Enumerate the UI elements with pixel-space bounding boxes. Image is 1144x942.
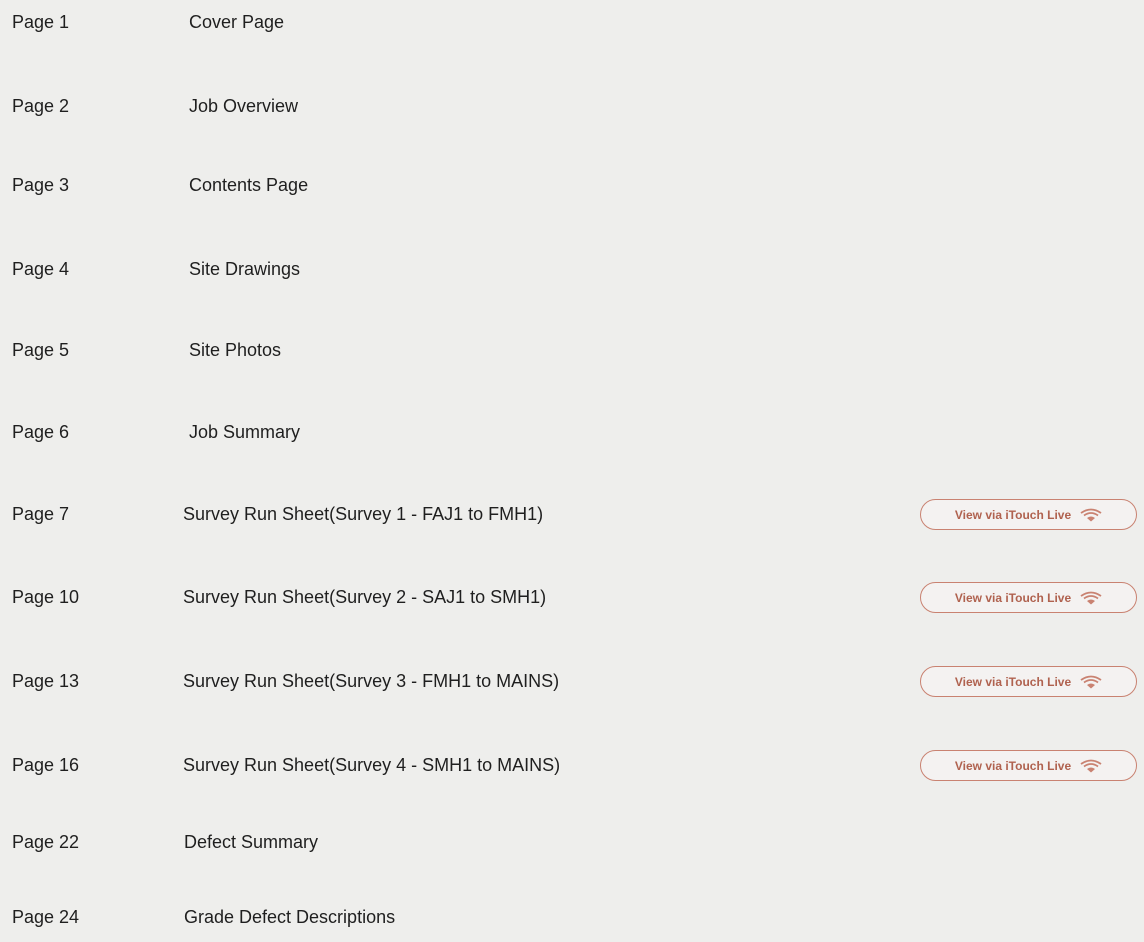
page-number: Page 1	[12, 12, 70, 32]
view-via-itouch-live-button[interactable]: View via iTouch Live	[920, 666, 1137, 697]
page-number: Page 22	[12, 832, 80, 852]
page-number: Page 7	[12, 504, 70, 524]
entry-title: Survey Run Sheet(Survey 4 - SMH1 to MAIN…	[183, 755, 561, 775]
entry-title: Job Overview	[189, 96, 299, 116]
page-number: Page 6	[12, 422, 70, 442]
live-button-label: View via iTouch Live	[954, 674, 1072, 689]
live-button-label: View via iTouch Live	[954, 507, 1072, 522]
toc-row: Page 6 Job Summary	[0, 412, 1144, 452]
entry-title: Defect Summary	[184, 832, 319, 852]
toc-row: Page 22 Defect Summary	[0, 822, 1144, 862]
entry-title: Survey Run Sheet(Survey 3 - FMH1 to MAIN…	[183, 671, 560, 691]
contents-list: Page 1 Cover Page Page 2 Job Overview Pa…	[0, 0, 1144, 942]
wifi-signal-icon	[1080, 675, 1102, 689]
page-number: Page 10	[12, 587, 80, 607]
view-via-itouch-live-button[interactable]: View via iTouch Live	[920, 582, 1137, 613]
wifi-signal-icon	[1080, 759, 1102, 773]
entry-title: Site Photos	[189, 340, 282, 360]
wifi-signal-icon	[1080, 508, 1102, 522]
page-number: Page 3	[12, 175, 70, 195]
toc-row: Page 13 Survey Run Sheet(Survey 3 - FMH1…	[0, 661, 1144, 701]
view-via-itouch-live-button[interactable]: View via iTouch Live	[920, 499, 1137, 530]
toc-row: Page 1 Cover Page	[0, 2, 1144, 42]
entry-title: Grade Defect Descriptions	[184, 907, 396, 927]
toc-row: Page 2 Job Overview	[0, 86, 1144, 126]
entry-title: Survey Run Sheet(Survey 1 - FAJ1 to FMH1…	[183, 504, 544, 524]
wifi-signal-icon	[1080, 591, 1102, 605]
page-number: Page 16	[12, 755, 80, 775]
entry-title: Cover Page	[189, 12, 285, 32]
toc-row: Page 24 Grade Defect Descriptions	[0, 897, 1144, 937]
page-number: Page 13	[12, 671, 80, 691]
entry-title: Survey Run Sheet(Survey 2 - SAJ1 to SMH1…	[183, 587, 547, 607]
page-number: Page 24	[12, 907, 80, 927]
page-number: Page 5	[12, 340, 70, 360]
entry-title: Contents Page	[189, 175, 309, 195]
toc-row: Page 5 Site Photos	[0, 330, 1144, 370]
toc-row: Page 3 Contents Page	[0, 165, 1144, 205]
page-number: Page 2	[12, 96, 70, 116]
live-button-label: View via iTouch Live	[954, 758, 1072, 773]
page-number: Page 4	[12, 259, 70, 279]
live-button-label: View via iTouch Live	[954, 590, 1072, 605]
view-via-itouch-live-button[interactable]: View via iTouch Live	[920, 750, 1137, 781]
entry-title: Job Summary	[189, 422, 301, 442]
toc-row: Page 7 Survey Run Sheet(Survey 1 - FAJ1 …	[0, 494, 1144, 534]
entry-title: Site Drawings	[189, 259, 301, 279]
toc-row: Page 16 Survey Run Sheet(Survey 4 - SMH1…	[0, 745, 1144, 785]
toc-row: Page 4 Site Drawings	[0, 249, 1144, 289]
toc-row: Page 10 Survey Run Sheet(Survey 2 - SAJ1…	[0, 577, 1144, 617]
